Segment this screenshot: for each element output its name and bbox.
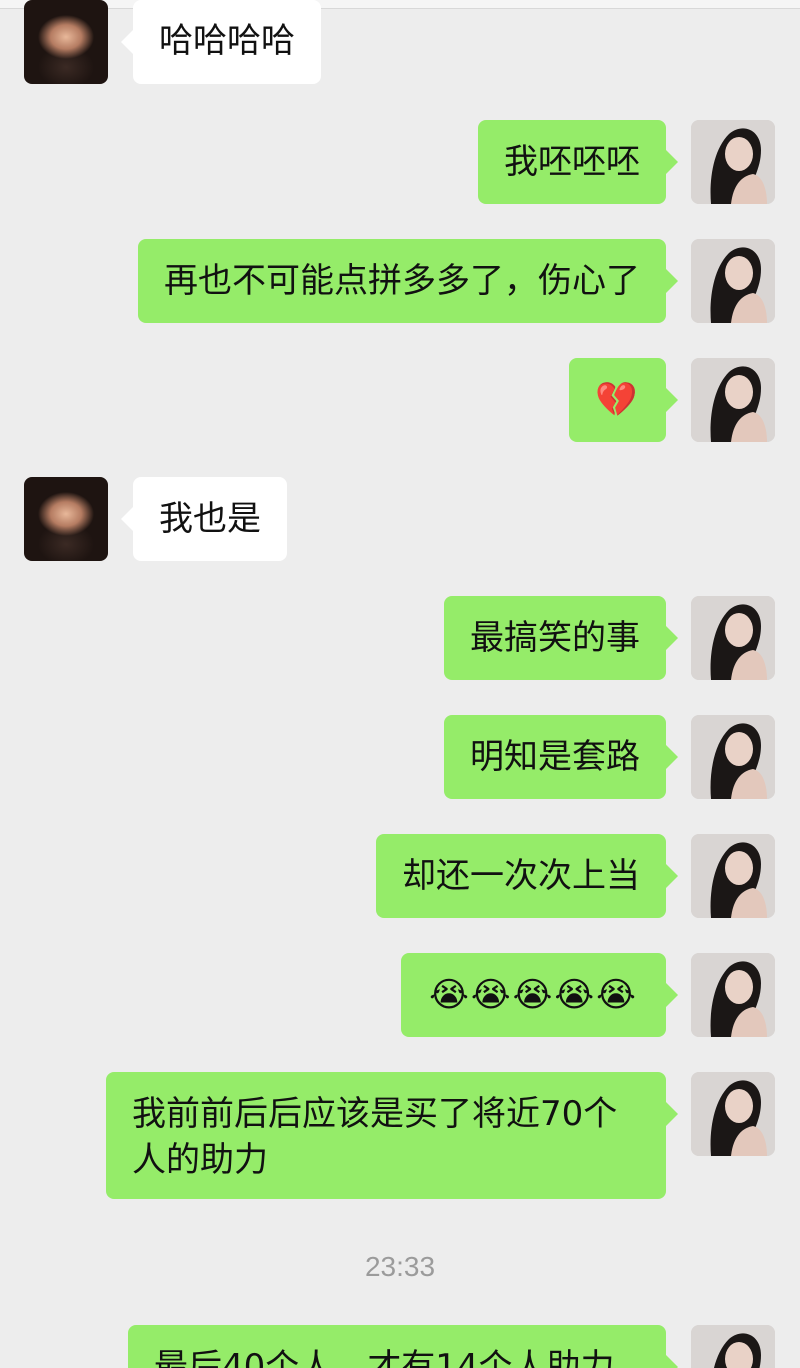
portrait-icon: [691, 358, 775, 442]
message-bubble-sent[interactable]: 再也不可能点拼多多了，伤心了: [138, 239, 678, 323]
portrait-icon: [691, 1072, 775, 1156]
chat-view: 哈哈哈哈 我呸呸呸 再也不可能点拼多多了，伤心了 💔 我也是 最搞笑的事 明知是…: [0, 0, 800, 1368]
self-avatar[interactable]: [691, 120, 775, 204]
portrait-icon: [691, 715, 775, 799]
self-avatar[interactable]: [691, 953, 775, 1037]
portrait-icon: [691, 953, 775, 1037]
timestamp: 23:33: [364, 1251, 436, 1282]
message-bubble-sent[interactable]: 💔: [569, 358, 678, 442]
message-bubble-received[interactable]: 我也是: [121, 477, 287, 561]
self-avatar[interactable]: [691, 1325, 775, 1368]
portrait-icon: [691, 1325, 775, 1368]
other-user-avatar[interactable]: [24, 477, 108, 561]
message-bubble-sent[interactable]: 明知是套路: [444, 715, 678, 799]
self-avatar[interactable]: [691, 596, 775, 680]
message-bubble-sent[interactable]: 最搞笑的事: [444, 596, 678, 680]
portrait-icon: [691, 120, 775, 204]
message-bubble-sent[interactable]: 😭😭😭😭😭: [401, 953, 678, 1037]
self-avatar[interactable]: [691, 358, 775, 442]
message-bubble-sent[interactable]: 我呸呸呸: [478, 120, 678, 204]
other-user-avatar[interactable]: [24, 0, 108, 84]
portrait-icon: [691, 596, 775, 680]
top-divider: [0, 0, 800, 9]
portrait-icon: [691, 834, 775, 918]
message-bubble-sent[interactable]: 我前前后后应该是买了将近70个人的助力: [106, 1072, 678, 1199]
self-avatar[interactable]: [691, 715, 775, 799]
self-avatar[interactable]: [691, 834, 775, 918]
message-bubble-received[interactable]: 哈哈哈哈: [121, 0, 321, 84]
message-bubble-sent[interactable]: 最后40个人，才有14个人助力: [128, 1325, 678, 1368]
self-avatar[interactable]: [691, 239, 775, 323]
self-avatar[interactable]: [691, 1072, 775, 1156]
portrait-icon: [691, 239, 775, 323]
message-bubble-sent[interactable]: 却还一次次上当: [376, 834, 678, 918]
